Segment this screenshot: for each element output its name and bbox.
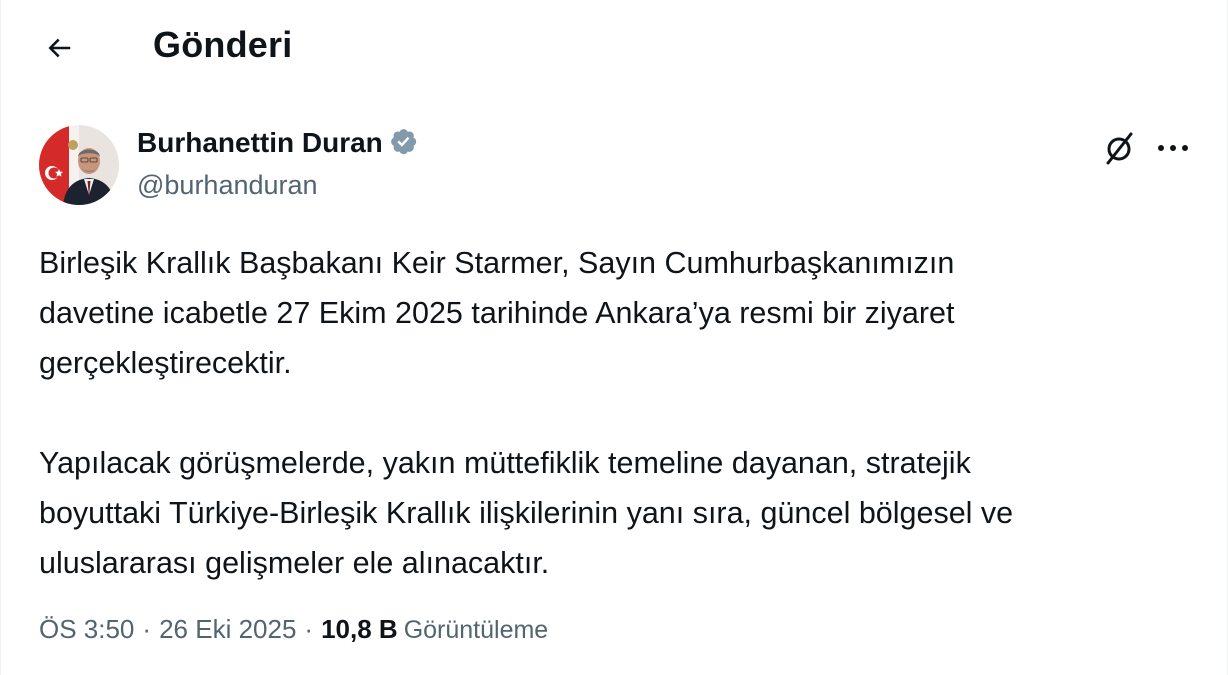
verified-badge-icon[interactable] <box>389 127 421 159</box>
views-label[interactable]: Görüntüleme <box>404 616 549 645</box>
tweet-meta: ÖS 3:50 · 26 Eki 2025 · 10,8 B Görüntüle… <box>39 614 548 645</box>
tweet-line: uluslararası gelişmeler ele alınacaktır. <box>39 546 550 580</box>
author-name-row: Burhanettin Duran <box>137 127 421 159</box>
author-name[interactable]: Burhanettin Duran <box>137 127 383 159</box>
tweet-line: Yapılacak görüşmelerde, yakın müttefikli… <box>39 446 971 480</box>
page-title: Gönderi <box>153 24 293 65</box>
tweet-line: Birleşik Krallık Başbakanı Keir Starmer,… <box>39 246 955 280</box>
avatar-image <box>39 125 119 205</box>
post-page: Gönderi Burhanettin Duran @burhanduran B… <box>0 0 1228 675</box>
tweet-line: boyuttaki Türkiye-Birleşik Krallık ilişk… <box>39 496 1014 530</box>
arrow-left-icon <box>48 38 71 58</box>
post-date[interactable]: 26 Eki 2025 <box>159 614 296 645</box>
tweet-text: Birleşik Krallık Başbakanı Keir Starmer,… <box>39 238 1199 588</box>
back-button[interactable] <box>37 26 81 70</box>
more-horizontal-icon <box>1158 145 1188 151</box>
more-options-button[interactable] <box>1153 130 1193 166</box>
meta-separator: · <box>142 614 152 644</box>
post-time[interactable]: ÖS 3:50 <box>39 614 134 645</box>
page-header: Gönderi <box>1 0 1228 95</box>
author-handle[interactable]: @burhanduran <box>137 170 318 201</box>
meta-separator: · <box>304 614 314 644</box>
tweet-line: davetine icabetle 27 Ekim 2025 tarihinde… <box>39 296 955 330</box>
views-count[interactable]: 10,8 B <box>321 614 398 645</box>
grok-icon <box>1106 132 1133 165</box>
grok-button[interactable] <box>1101 130 1137 166</box>
author-avatar[interactable] <box>39 125 119 205</box>
tweet-line: gerçekleştirecektir. <box>39 346 292 380</box>
